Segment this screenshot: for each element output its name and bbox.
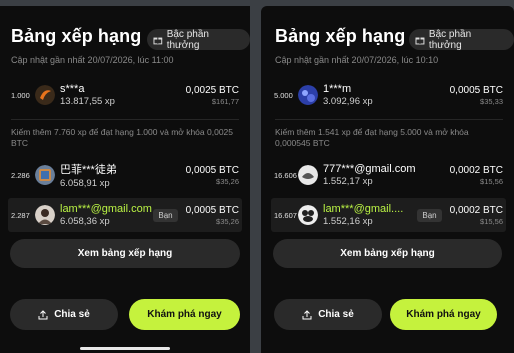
rank-number: 5.000 (274, 90, 293, 100)
rank-number: 1.000 (11, 90, 30, 100)
prize-btc: 0,0025 BTC (185, 84, 239, 96)
top-rank-row[interactable]: 5.000 1***m 3.092,96 xp 0,0005 BTC $35,3… (271, 78, 506, 112)
reward-tiers-label: Bậc phần thưởng (166, 28, 209, 51)
share-label: Chia sẻ (318, 309, 354, 320)
user-name: s***a (60, 83, 85, 95)
you-badge: Bạn (417, 208, 442, 222)
user-xp: 6.058,36 xp (60, 216, 110, 227)
prize-btc: 0,0005 BTC (185, 164, 239, 176)
rank-number: 2.286 (11, 170, 30, 180)
user-xp: 13.817,55 xp (60, 96, 115, 107)
rank-number: 2.287 (11, 210, 30, 220)
user-xp: 1.552,17 xp (323, 176, 373, 187)
avatar (35, 165, 55, 185)
last-updated-text: Cập nhật gần nhất 20/07/2026, lúc 11:00 (11, 55, 174, 65)
top-rank-row[interactable]: 1.000 s***a 13.817,55 xp 0,0025 BTC $161… (8, 78, 242, 112)
avatar (35, 205, 55, 225)
share-icon (38, 309, 48, 319)
rank-number: 16.607 (274, 210, 297, 220)
user-xp: 1.552,16 xp (323, 216, 373, 227)
avatar (298, 165, 318, 185)
view-leaderboard-button[interactable]: Xem bảng xếp hạng (10, 239, 240, 268)
prize-usd: $35,33 (480, 96, 503, 106)
avatar (35, 85, 55, 105)
divider (275, 119, 503, 120)
user-name: 777***@gmail.com (323, 163, 416, 175)
rank-number: 16.606 (274, 170, 297, 180)
prize-btc: 0,0005 BTC (185, 204, 239, 216)
you-badge: Bạn (153, 208, 178, 222)
share-label: Chia sẻ (54, 309, 90, 320)
user-xp: 6.058,91 xp (60, 178, 110, 189)
home-indicator (80, 347, 170, 350)
user-xp: 3.092,96 xp (323, 96, 373, 107)
user-name: 1***m (323, 83, 352, 95)
share-button[interactable]: Chia sẻ (274, 299, 382, 330)
unlock-hint-text: Kiếm thêm 1.541 xp để đạt hạng 5.000 và … (275, 127, 469, 148)
page-title: Bảng xếp hạng (275, 26, 406, 46)
reward-tiers-label: Bậc phần thưởng (428, 28, 472, 51)
user-name: lam***@gmail.... (323, 203, 404, 215)
view-leaderboard-button[interactable]: Xem bảng xếp hạng (273, 239, 502, 268)
prize-btc: 0,0002 BTC (449, 164, 503, 176)
user-name: 巴菲***徒弟 (60, 164, 117, 176)
leaderboard-panel-left: Bảng xếp hạng Bậc phần thưởng Cập nhật g… (0, 6, 250, 353)
prize-usd: $161,77 (211, 96, 239, 106)
user-name: lam***@gmail.com (60, 203, 152, 215)
current-user-row[interactable]: 16.607 lam***@gmail.... 1.552,16 xp Bạn … (271, 198, 506, 232)
list-item[interactable]: 2.286 巴菲***徒弟 6.058,91 xp 0,0005 BTC $35… (8, 158, 242, 192)
explore-now-button[interactable]: Khám phá ngay (390, 299, 497, 330)
reward-tiers-button[interactable]: Bậc phần thưởng (147, 28, 250, 51)
gift-icon (153, 37, 163, 44)
share-button[interactable]: Chia sẻ (10, 299, 118, 330)
gift-icon (415, 37, 425, 44)
unlock-hint-text: Kiếm thêm 7.760 xp để đạt hạng 1.000 và … (11, 127, 234, 148)
avatar (298, 205, 318, 225)
list-item[interactable]: 16.606 777***@gmail.com 1.552,17 xp 0,00… (271, 158, 506, 192)
share-icon (302, 309, 312, 319)
divider (11, 119, 239, 120)
explore-now-button[interactable]: Khám phá ngay (129, 299, 240, 330)
prize-btc: 0,0002 BTC (449, 204, 503, 216)
current-user-row[interactable]: 2.287 lam***@gmail.com 6.058,36 xp Bạn 0… (8, 198, 242, 232)
last-updated-text: Cập nhật gần nhất 20/07/2026, lúc 10:10 (275, 55, 439, 65)
prize-btc: 0,0005 BTC (449, 84, 503, 96)
page-title: Bảng xếp hạng (11, 26, 142, 46)
prize-usd: $15,56 (480, 216, 503, 226)
prize-usd: $35,26 (216, 176, 239, 186)
prize-usd: $15,56 (480, 176, 503, 186)
reward-tiers-button[interactable]: Bậc phần thưởng (409, 28, 514, 51)
leaderboard-panel-right: Bảng xếp hạng Bậc phần thưởng Cập nhật g… (261, 6, 514, 353)
avatar (298, 85, 318, 105)
prize-usd: $35,26 (216, 216, 239, 226)
